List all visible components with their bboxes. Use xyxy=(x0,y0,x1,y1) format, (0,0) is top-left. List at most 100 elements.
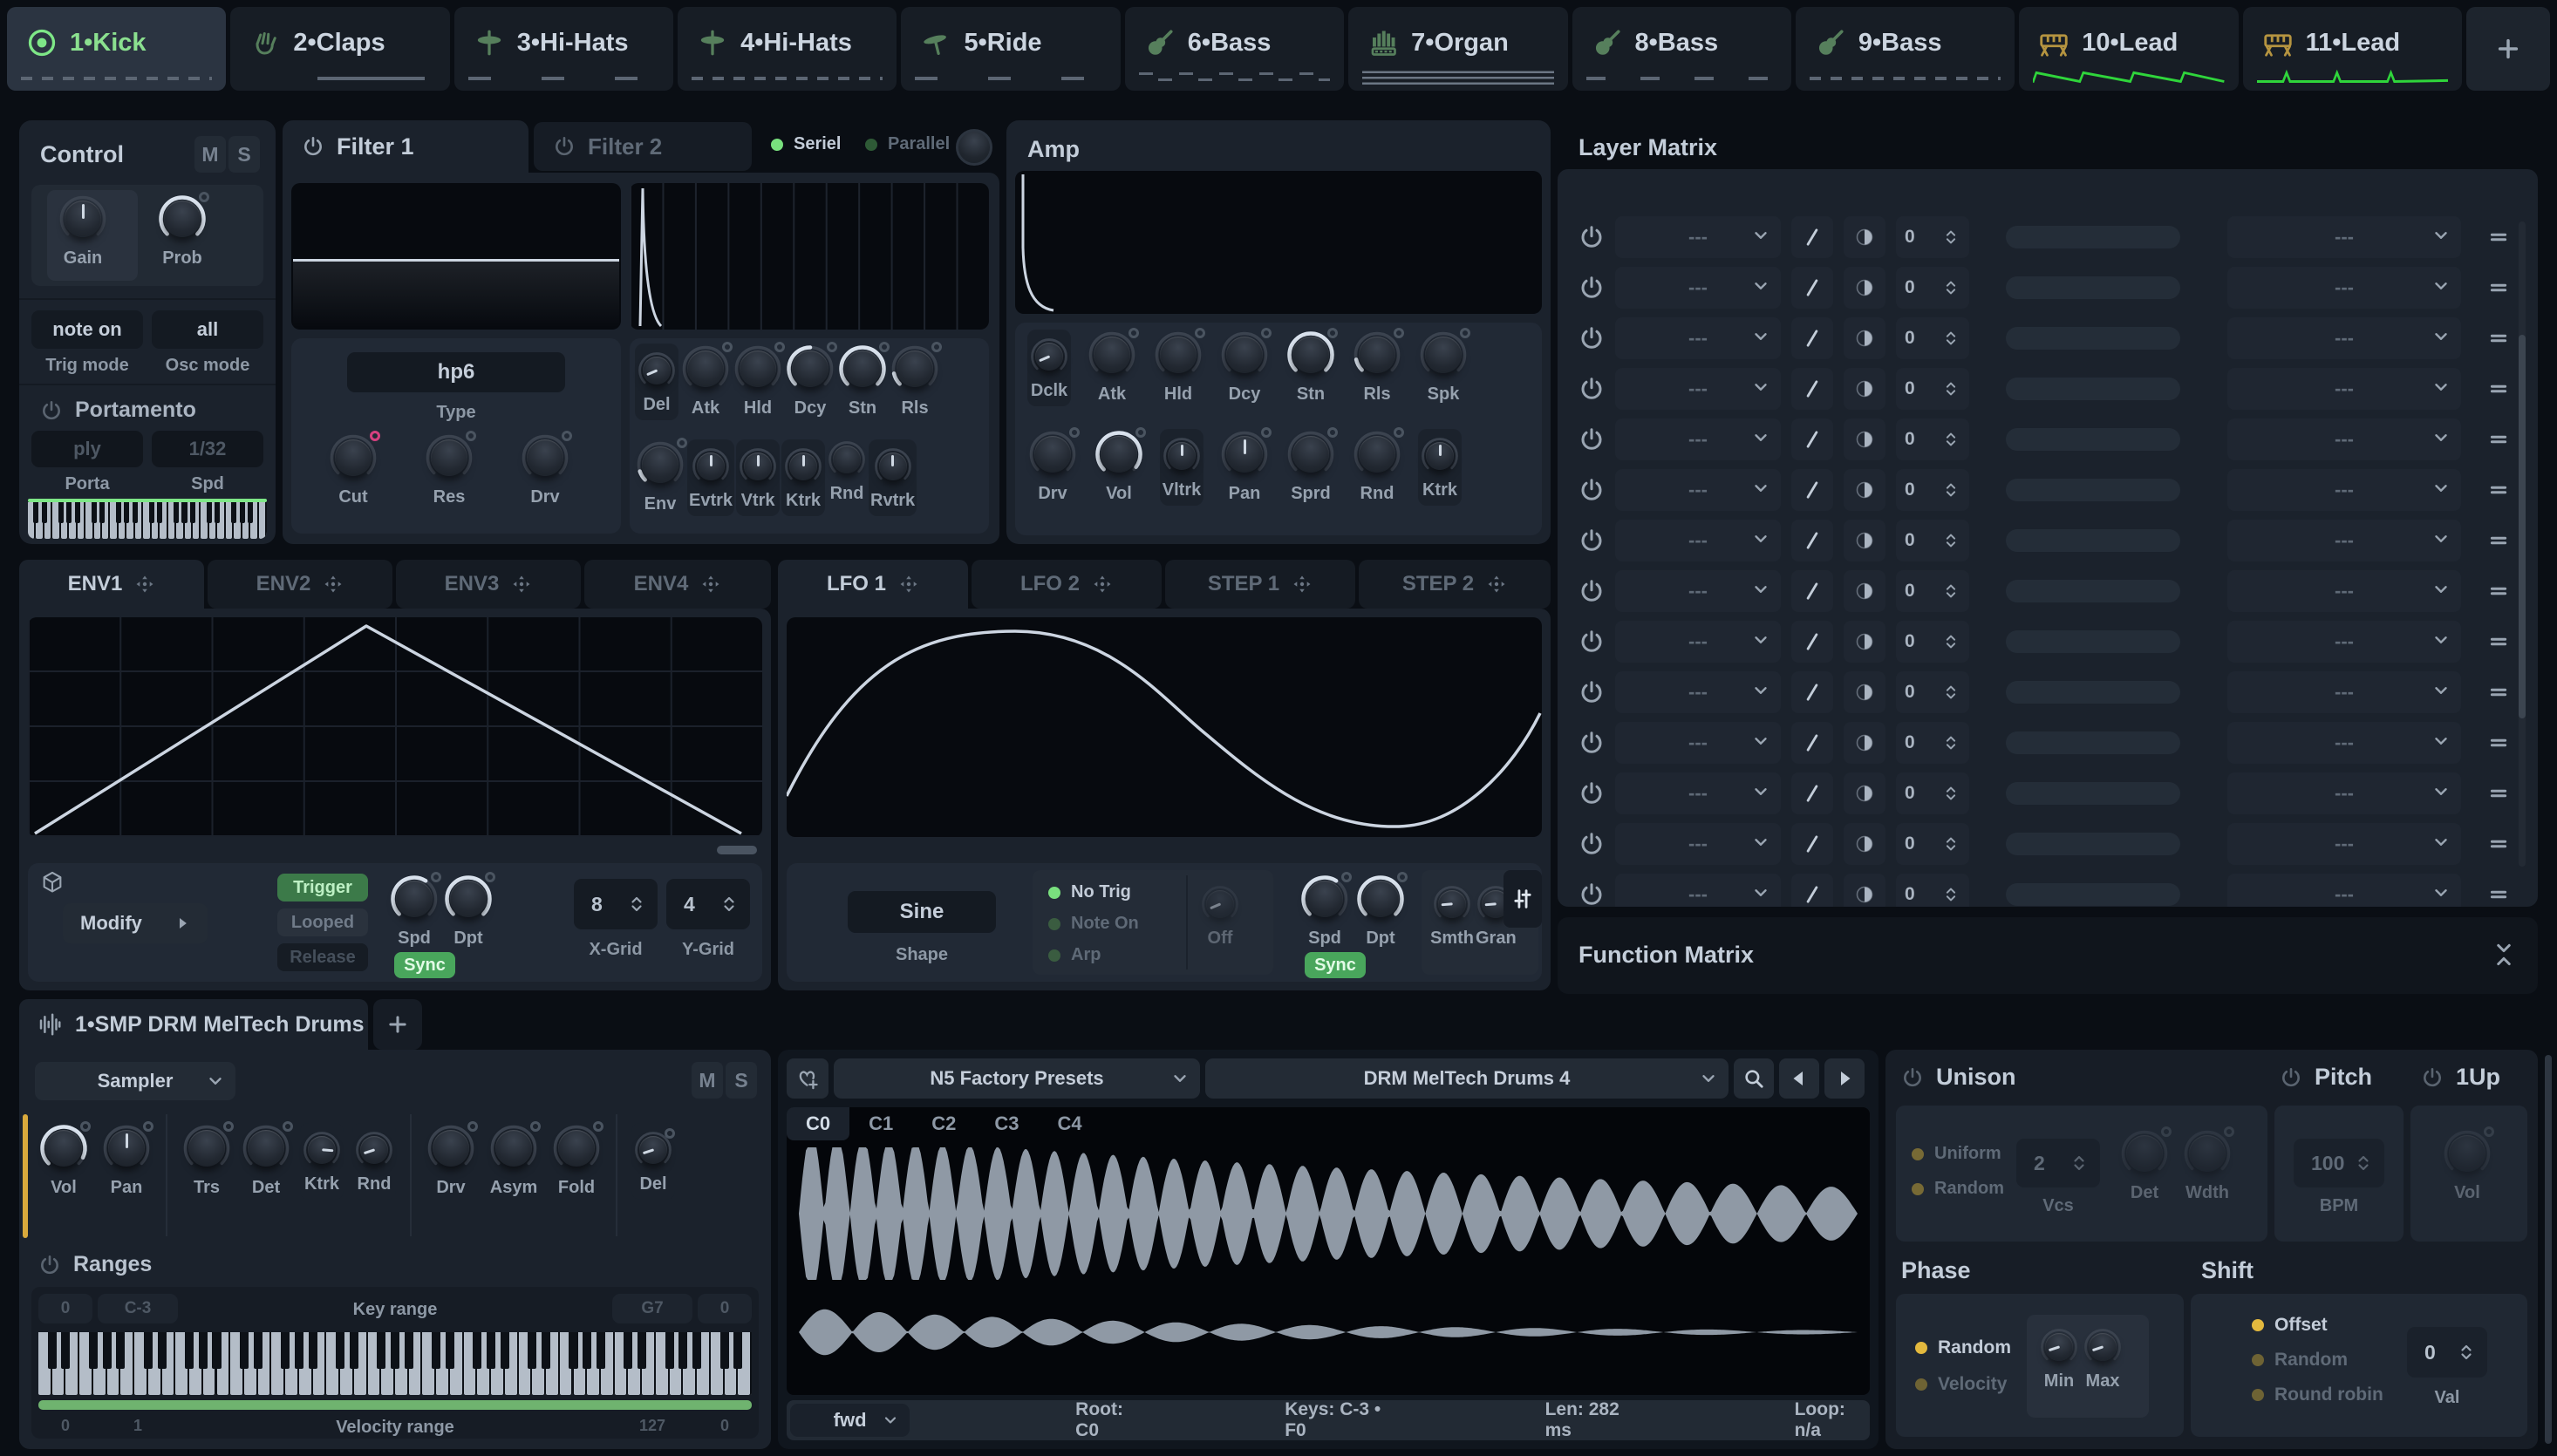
knob-max[interactable]: Max xyxy=(2083,1327,2123,1391)
mod-depth-stepper[interactable]: 0 xyxy=(1896,267,1969,309)
mod-dest-select[interactable]: --- xyxy=(2227,570,2461,612)
filter-env-display[interactable] xyxy=(630,183,989,330)
mod-source-select[interactable]: --- xyxy=(1615,823,1781,865)
piano-key-black[interactable] xyxy=(199,1332,208,1369)
row-drag-handle[interactable] xyxy=(2487,529,2510,552)
sample-tab-c2[interactable]: C2 xyxy=(912,1107,975,1140)
piano-key-black[interactable] xyxy=(487,1332,495,1369)
row-drag-handle[interactable] xyxy=(2487,681,2510,704)
key-high[interactable]: G7 xyxy=(612,1294,692,1323)
mod-curve-button[interactable] xyxy=(1844,722,1885,764)
track-tab[interactable]: 5•Ride xyxy=(901,7,1120,91)
favorite-button[interactable] xyxy=(787,1058,828,1099)
knob-ktrk[interactable]: Ktrk xyxy=(1418,429,1462,506)
mod-curve-button[interactable] xyxy=(1844,418,1885,460)
mod-amount-slider[interactable] xyxy=(2006,276,2180,299)
knob-rls[interactable]: Rls xyxy=(890,344,940,418)
row-power-icon[interactable] xyxy=(1579,275,1605,301)
mod-curve-button[interactable] xyxy=(1844,772,1885,814)
piano-key-black[interactable] xyxy=(336,1332,344,1369)
knob-hld[interactable]: Hld xyxy=(1153,330,1203,405)
mod-dest-select[interactable]: --- xyxy=(2227,418,2461,460)
row-drag-handle[interactable] xyxy=(2487,276,2510,299)
mod-depth-stepper[interactable]: 0 xyxy=(1896,368,1969,410)
piano-key-black[interactable] xyxy=(174,502,179,523)
mod-depth-stepper[interactable]: 0 xyxy=(1896,722,1969,764)
row-drag-handle[interactable] xyxy=(2487,630,2510,653)
env-mode-release[interactable]: Release xyxy=(277,943,368,971)
mod-depth-stepper[interactable]: 0 xyxy=(1896,216,1969,258)
row-drag-handle[interactable] xyxy=(2487,731,2510,754)
knob-dcy[interactable]: Dcy xyxy=(1219,330,1270,405)
piano-key-black[interactable] xyxy=(92,502,97,523)
mod-amount-slider[interactable] xyxy=(2006,226,2180,248)
mod-source-select[interactable]: --- xyxy=(1615,469,1781,511)
mod-dest-select[interactable]: --- xyxy=(2227,823,2461,865)
pitch-power-icon[interactable] xyxy=(2280,1066,2302,1089)
knob-dpt[interactable]: Dpt xyxy=(443,874,494,949)
mod-source-select[interactable]: --- xyxy=(1615,570,1781,612)
piano-key-black[interactable] xyxy=(116,1332,125,1369)
window-scrollbar[interactable] xyxy=(2545,1055,2552,1444)
mod-source-select[interactable]: --- xyxy=(1615,317,1781,359)
mod-source-select[interactable]: --- xyxy=(1615,874,1781,907)
piano-key-black[interactable] xyxy=(66,502,72,523)
mod-amount-slider[interactable] xyxy=(2006,782,2180,805)
piano-key-black[interactable] xyxy=(501,1332,509,1369)
mod-curve-button[interactable] xyxy=(1844,520,1885,561)
knob-gain[interactable]: Gain xyxy=(58,194,108,269)
amp-env-display[interactable] xyxy=(1015,171,1542,314)
sample-waveform-display[interactable]: C0 C1 C2 C3 C4 xyxy=(787,1107,1870,1395)
piano-key-black[interactable] xyxy=(692,1332,701,1369)
function-matrix-expand-icon[interactable] xyxy=(2491,942,2517,968)
lfo-sync-badge[interactable]: Sync xyxy=(1305,952,1366,978)
knob-pan[interactable]: Pan xyxy=(1219,429,1270,504)
mod-depth-stepper[interactable]: 0 xyxy=(1896,772,1969,814)
sample-tab-c4[interactable]: C4 xyxy=(1039,1107,1101,1140)
env-mode-trigger[interactable]: Trigger xyxy=(277,874,368,901)
piano-key-black[interactable] xyxy=(144,1332,153,1369)
mod-curve-button[interactable] xyxy=(1844,317,1885,359)
filter2-tab[interactable]: Filter 2 xyxy=(534,122,752,171)
mod-dest-select[interactable]: --- xyxy=(2227,469,2461,511)
row-drag-handle[interactable] xyxy=(2487,580,2510,602)
vel-high-fine[interactable]: 0 xyxy=(698,1416,752,1435)
knob-vol[interactable]: Vol xyxy=(1094,429,1144,504)
mod-amount-slider[interactable] xyxy=(2006,479,2180,501)
mod-depth-stepper[interactable]: 0 xyxy=(1896,317,1969,359)
move-icon[interactable] xyxy=(511,574,532,595)
mod-curve-button[interactable] xyxy=(1844,469,1885,511)
tab-lfo2[interactable]: LFO 2 xyxy=(972,560,1162,609)
track-tab[interactable]: 11•Lead xyxy=(2243,7,2462,91)
mod-mapping-button[interactable] xyxy=(1791,469,1833,511)
piano-key-black[interactable] xyxy=(295,1332,303,1369)
lfo-sliders-view-button[interactable] xyxy=(1504,870,1542,928)
knob-spd[interactable]: Spd xyxy=(389,874,440,949)
knob-rnd[interactable]: Rnd xyxy=(1352,429,1402,504)
mod-curve-button[interactable] xyxy=(1844,570,1885,612)
knob-ktrk[interactable]: Ktrk xyxy=(300,1123,344,1200)
knob-vtrk[interactable]: Vtrk xyxy=(736,439,780,516)
move-icon[interactable] xyxy=(700,574,721,595)
row-drag-handle[interactable] xyxy=(2487,327,2510,350)
knob-prob[interactable]: Prob xyxy=(157,194,208,269)
mod-dest-select[interactable]: --- xyxy=(2227,772,2461,814)
knob-hld[interactable]: Hld xyxy=(733,344,783,418)
knob-rnd[interactable]: Rnd xyxy=(827,439,867,504)
knob-spd[interactable]: Spd xyxy=(1299,874,1350,949)
mod-depth-stepper[interactable]: 0 xyxy=(1896,671,1969,713)
mod-source-select[interactable]: --- xyxy=(1615,621,1781,663)
piano-key-black[interactable] xyxy=(569,1332,577,1369)
lfo-waveform-display[interactable] xyxy=(787,617,1542,837)
row-power-icon[interactable] xyxy=(1579,426,1605,452)
knob-env[interactable]: Env xyxy=(635,439,685,514)
mod-mapping-button[interactable] xyxy=(1791,368,1833,410)
knob-atk[interactable]: Atk xyxy=(1087,330,1137,405)
piano-key-black[interactable] xyxy=(116,502,121,523)
mod-dest-select[interactable]: --- xyxy=(2227,520,2461,561)
mod-mapping-button[interactable] xyxy=(1791,722,1833,764)
piano-key-black[interactable] xyxy=(75,502,80,523)
piano-key-black[interactable] xyxy=(405,1332,413,1369)
key-range-keyboard[interactable] xyxy=(38,1332,752,1395)
key-high-fine[interactable]: 0 xyxy=(698,1294,752,1323)
